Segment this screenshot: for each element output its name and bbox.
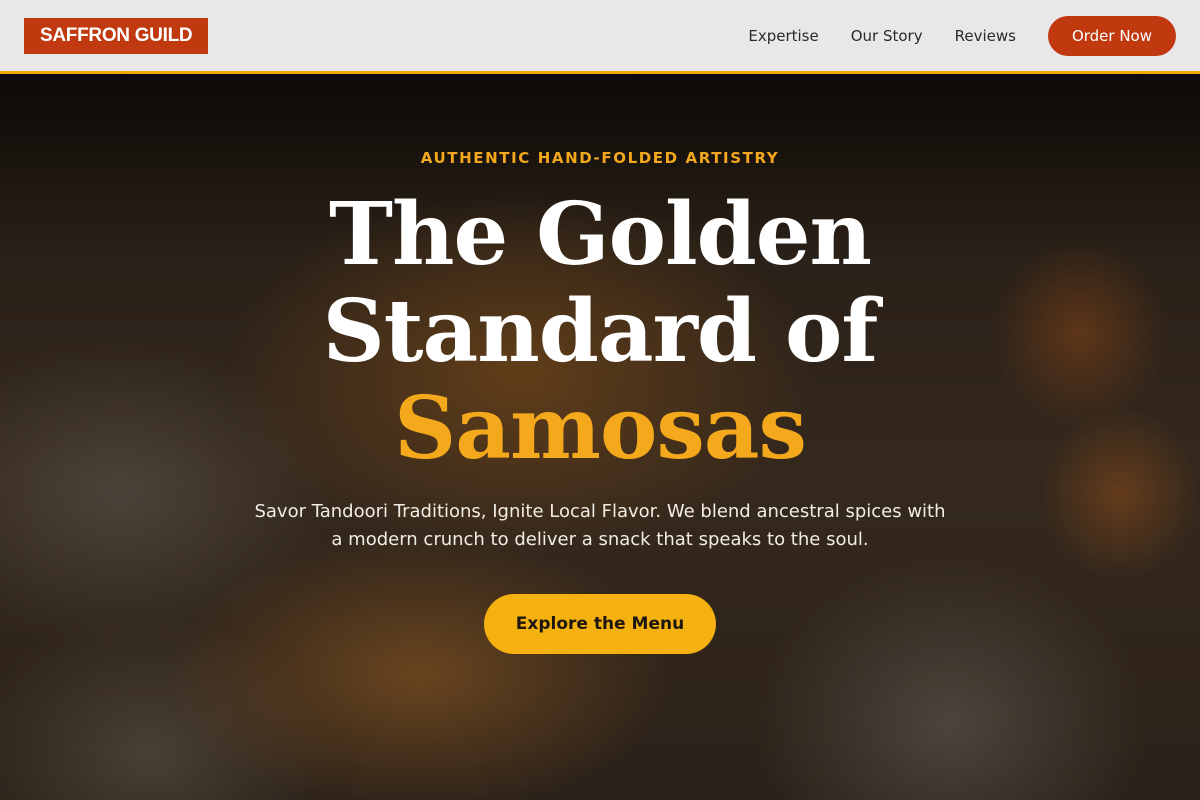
site-header: SAFFRON GUILD Expertise Our Story Review… xyxy=(0,0,1200,74)
nav-link-reviews[interactable]: Reviews xyxy=(955,27,1016,45)
hero-title-line-1: The Golden xyxy=(328,184,872,285)
hero-title-accent: Samosas xyxy=(394,378,807,479)
nav-link-expertise[interactable]: Expertise xyxy=(748,27,818,45)
main-nav: Expertise Our Story Reviews Order Now xyxy=(748,15,1176,56)
hero-title-line-2: Standard of xyxy=(322,281,879,382)
hero-title: The Golden Standard of Samosas xyxy=(0,186,1200,477)
hero-eyebrow: AUTHENTIC HAND-FOLDED ARTISTRY xyxy=(420,149,780,167)
nav-link-our-story[interactable]: Our Story xyxy=(851,27,923,45)
order-now-button[interactable]: Order Now xyxy=(1047,15,1176,56)
explore-menu-button[interactable]: Explore the Menu xyxy=(484,594,716,654)
hero-section: AUTHENTIC HAND-FOLDED ARTISTRY The Golde… xyxy=(0,74,1200,800)
brand-logo[interactable]: SAFFRON GUILD xyxy=(24,17,209,54)
hero-subtitle: Savor Tandoori Traditions, Ignite Local … xyxy=(254,501,946,550)
